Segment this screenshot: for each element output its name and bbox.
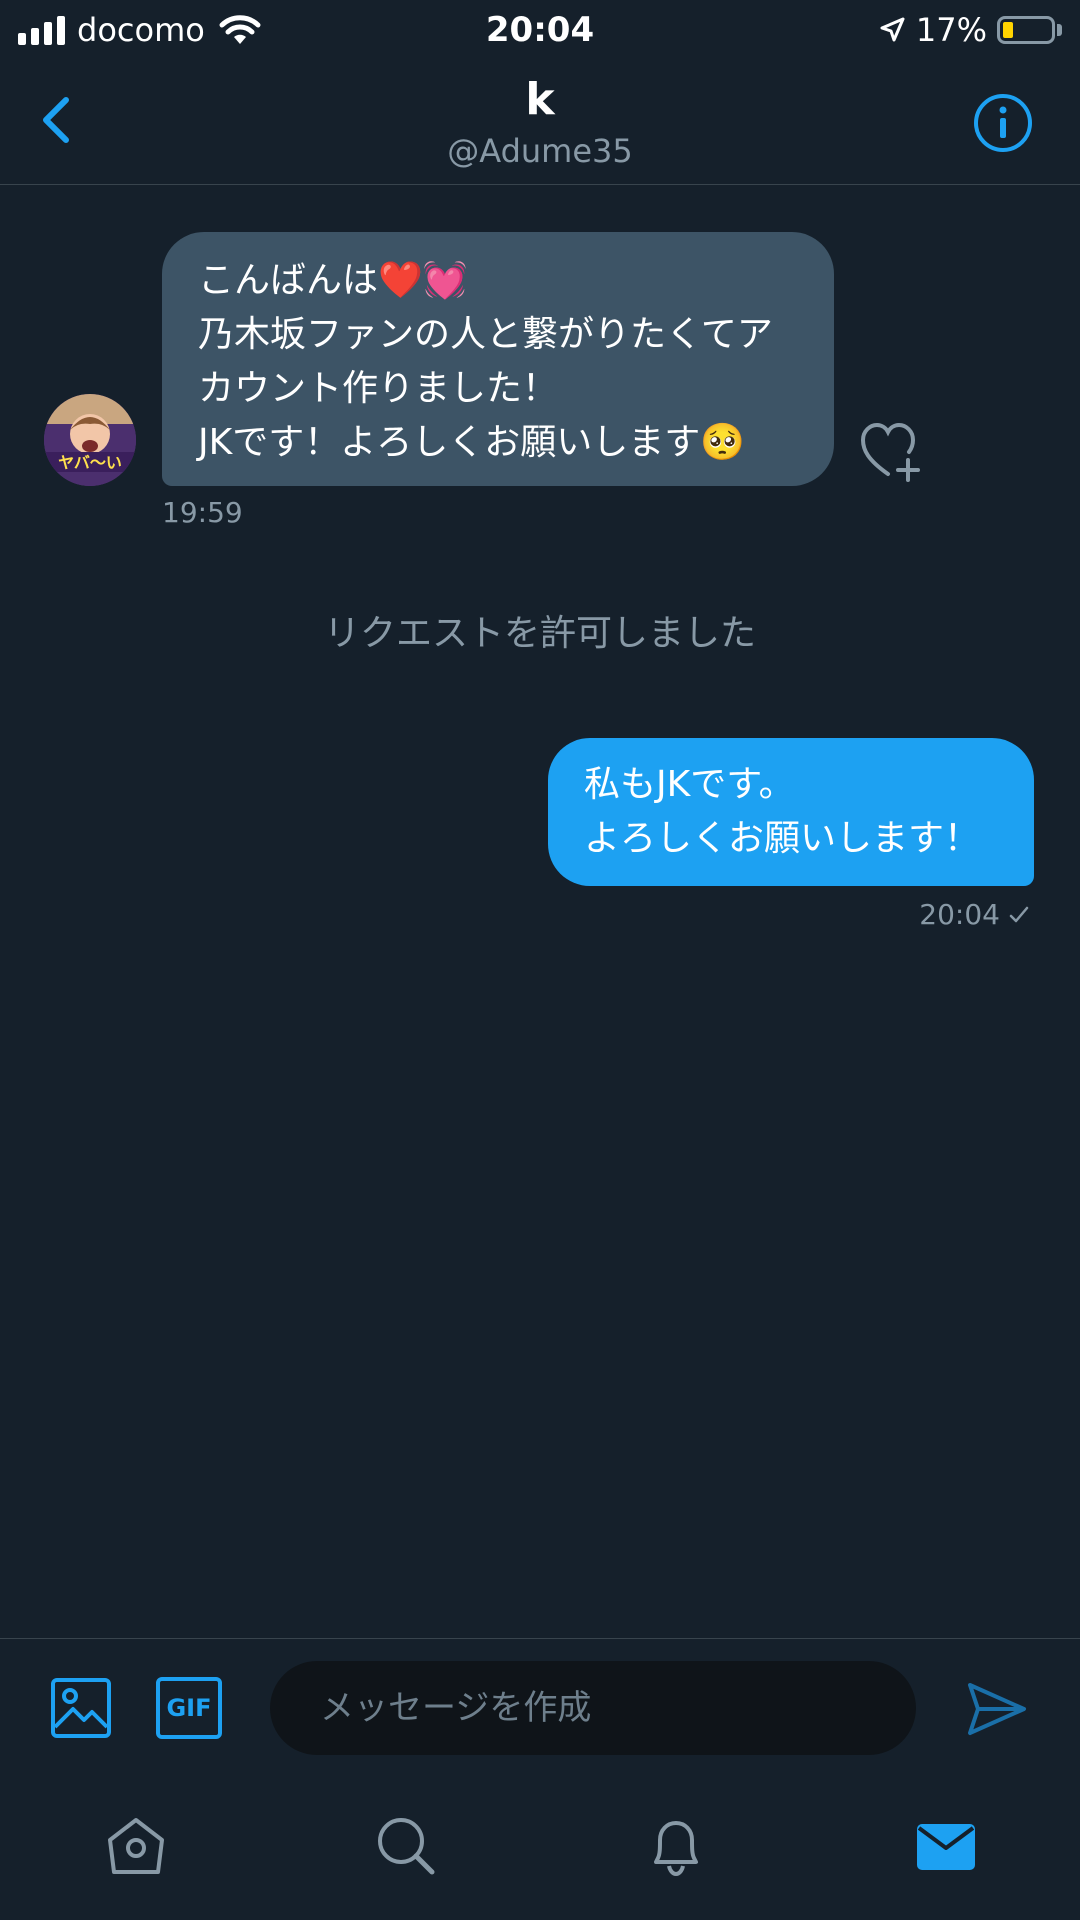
bell-icon: [654, 1821, 698, 1877]
message-composer: GIF メッセージを作成: [0, 1638, 1080, 1779]
system-message: リクエストを許可しました: [323, 613, 756, 654]
image-icon: [51, 1678, 111, 1738]
check-icon: [1009, 906, 1029, 922]
message-line: JKです！よろしくお願いします🥺: [198, 422, 746, 463]
message-line: カウント作りました！: [198, 368, 559, 409]
dm-conversation-screen: docomo 20:04 17% k @Adume35 ヤバ〜い こんばんは❤️…: [0, 0, 1080, 1920]
add-photo-button[interactable]: [50, 1677, 112, 1739]
message-line: よろしくお願いします！: [584, 818, 981, 859]
message-line: 乃木坂ファンの人と繋がりたくてア: [198, 314, 773, 355]
battery-icon: [997, 16, 1055, 44]
battery-fill: [1003, 22, 1013, 38]
location-arrow-icon: [880, 17, 905, 42]
battery-tip: [1057, 24, 1062, 36]
conversation-name[interactable]: k: [0, 74, 1080, 125]
info-icon: [974, 94, 1032, 152]
gif-button[interactable]: GIF: [156, 1677, 222, 1739]
message-input[interactable]: メッセージを作成: [270, 1661, 916, 1755]
tab-home[interactable]: [104, 1814, 168, 1878]
tab-search[interactable]: [374, 1814, 438, 1878]
message-timestamp: 19:59: [162, 496, 243, 529]
conversation-handle[interactable]: @Adume35: [0, 132, 1080, 170]
message-timestamp: 20:04: [919, 898, 1000, 931]
info-button[interactable]: [972, 92, 1034, 154]
tab-notifications[interactable]: [644, 1814, 708, 1878]
conversation-header: k @Adume35: [0, 60, 1080, 185]
outgoing-meta: 20:04: [919, 898, 1030, 931]
send-button[interactable]: [966, 1679, 1028, 1739]
react-heart-button[interactable]: [860, 422, 926, 482]
status-bar: docomo 20:04 17%: [0, 0, 1080, 60]
avatar-image: ヤバ〜い: [44, 394, 136, 486]
avatar[interactable]: ヤバ〜い: [44, 394, 136, 486]
incoming-message-bubble[interactable]: こんばんは❤️💓 乃木坂ファンの人と繋がりたくてア カウント作りました！ JKで…: [162, 232, 834, 486]
home-icon: [108, 1818, 164, 1874]
search-icon: [378, 1818, 435, 1875]
tab-messages[interactable]: [914, 1814, 978, 1878]
outgoing-message-bubble[interactable]: 私もJKです。 よろしくお願いします！: [548, 738, 1034, 886]
message-line: 私もJKです。: [584, 764, 795, 805]
heart-plus-icon: [860, 422, 920, 482]
battery-percent: 17%: [915, 11, 987, 49]
message-line: こんばんは❤️💓: [198, 260, 468, 301]
status-right: 17%: [878, 8, 1062, 52]
svg-text:ヤバ〜い: ヤバ〜い: [58, 453, 122, 472]
send-icon: [968, 1683, 1026, 1735]
mail-icon: [917, 1824, 975, 1870]
tab-bar: [0, 1778, 1080, 1920]
